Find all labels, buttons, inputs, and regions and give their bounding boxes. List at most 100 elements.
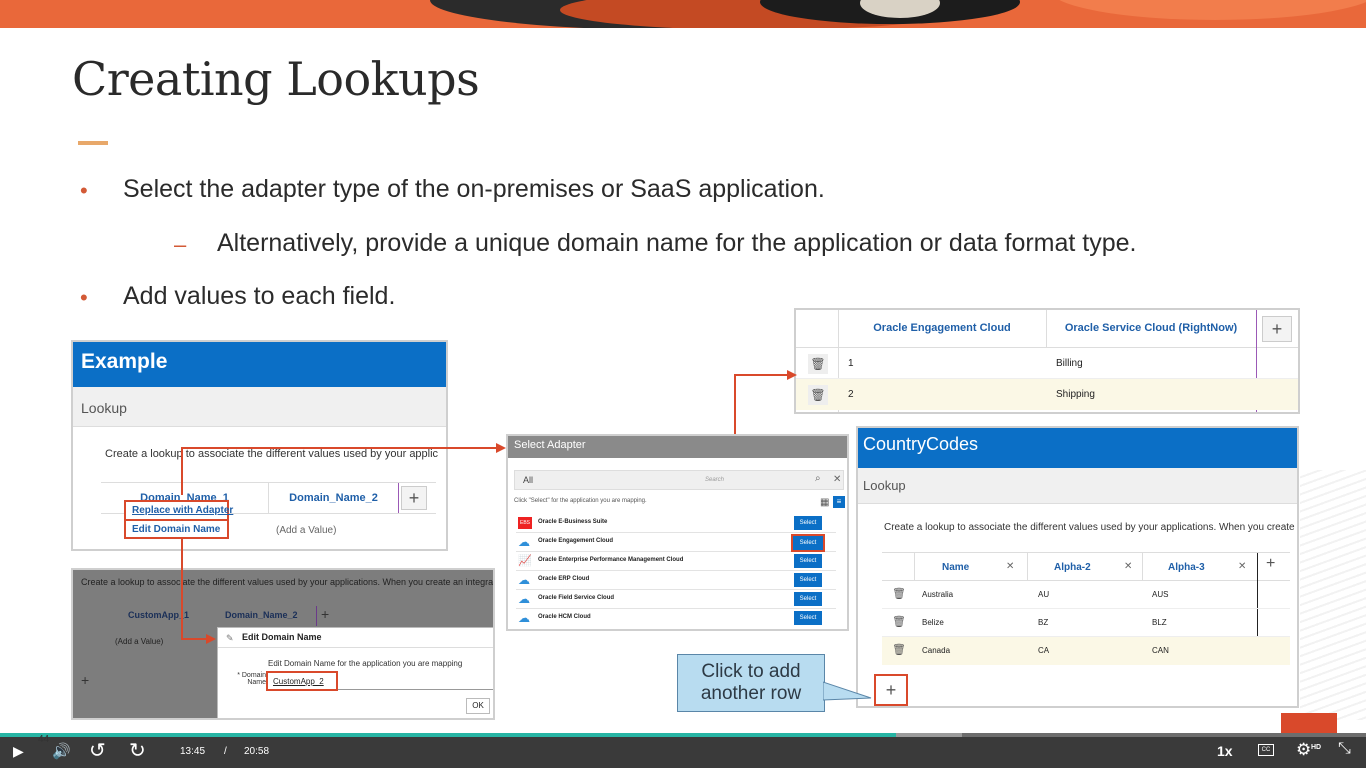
playback-speed[interactable]: 1x [1217, 743, 1233, 759]
cloud-icon: ☁ [518, 592, 530, 606]
cell: Shipping [1056, 389, 1095, 400]
fullscreen-icon[interactable]: ⤡ [1338, 740, 1351, 758]
add-row-button[interactable]: + [874, 674, 908, 706]
trash-icon[interactable]: 🗑 [808, 385, 828, 405]
select-button[interactable]: Select [794, 516, 822, 530]
table-row: 🗑 Canada CA CAN [882, 637, 1290, 665]
callout-box: Click to add another row [677, 654, 825, 712]
remove-column-icon[interactable]: ✕ [1124, 561, 1132, 572]
grid-view-icon[interactable]: ▦ [820, 497, 829, 508]
table-row: 🗑 1 Billing [796, 348, 1298, 379]
col-header[interactable]: Oracle Service Cloud (RightNow) [1046, 322, 1256, 334]
chart-icon: 📈 [518, 555, 532, 567]
callout-line2: another row [700, 683, 802, 704]
dialog-title: Edit Domain Name [218, 628, 493, 648]
table-row: 🗑 Belize BZ BLZ [882, 609, 1290, 637]
replay-icon[interactable]: ↺ [89, 738, 106, 763]
close-icon[interactable]: ✕ [833, 474, 841, 485]
col-header[interactable]: Oracle Engagement Cloud [838, 322, 1046, 334]
decorative-pattern [1300, 470, 1366, 720]
col-header[interactable]: Name [942, 562, 969, 573]
menu-edit-domain[interactable]: Edit Domain Name [124, 519, 229, 539]
context-menu: Replace with Adapter Edit Domain Name [124, 500, 233, 539]
dialog-prompt: Edit Domain Name for the application you… [268, 659, 463, 668]
edit-domain-dialog: Edit Domain Name ✎ Edit Domain Name for … [217, 627, 493, 718]
select-button[interactable]: Select [791, 534, 825, 552]
trash-icon[interactable]: 🗑 [892, 643, 906, 656]
edit-domain-panel: Create a lookup to associate the differe… [71, 568, 495, 720]
adapter-name: Oracle ERP Cloud [538, 576, 590, 582]
col-header[interactable]: Alpha-3 [1168, 562, 1205, 573]
menu-replace-adapter[interactable]: Replace with Adapter [126, 502, 233, 516]
search-icon[interactable]: ⌕ [815, 473, 821, 484]
example-description: Create a lookup to associate the differe… [105, 448, 439, 460]
adapter-name: Oracle HCM Cloud [538, 614, 591, 620]
adapter-hint: Click "Select" for the application you a… [514, 498, 647, 504]
adapter-dialog-title: Select Adapter [508, 436, 847, 458]
cell: 2 [848, 389, 854, 400]
cloud-icon: ☁ [518, 573, 530, 587]
add-row-icon[interactable]: + [81, 672, 89, 688]
connector [734, 374, 736, 434]
select-button[interactable]: Select [794, 554, 822, 568]
country-codes-table: Name ✕ Alpha-2 ✕ Alpha-3 ✕ + 🗑 Australia… [882, 552, 1290, 665]
adapter-row: ☁ Oracle Field Service Cloud Select [516, 590, 836, 609]
trash-icon[interactable]: 🗑 [808, 354, 828, 374]
select-button[interactable]: Select [794, 573, 822, 587]
bullet-2: Alternatively, provide a unique domain n… [217, 229, 1137, 257]
adapter-name: Oracle E-Business Suite [538, 519, 608, 525]
filter-all[interactable]: All [523, 475, 533, 485]
select-button[interactable]: Select [794, 592, 822, 606]
table-row: 🗑 2 Shipping [796, 379, 1298, 410]
country-codes-panel: CountryCodes Lookup Create a lookup to a… [856, 426, 1299, 708]
add-column-button[interactable]: + [401, 486, 427, 510]
adapter-name: Oracle Field Service Cloud [538, 595, 615, 601]
title-rule [78, 141, 108, 145]
edit-icon: ✎ [226, 633, 234, 643]
cell: Belize [922, 618, 944, 627]
captions-icon[interactable]: CC [1258, 744, 1274, 756]
slide-title: Creating Lookups [72, 52, 480, 106]
select-button[interactable]: Select [794, 611, 822, 625]
time-separator: / [224, 746, 227, 757]
col-header[interactable]: Domain_Name_2 [269, 483, 399, 513]
volume-icon[interactable]: 🔊 [52, 742, 71, 760]
col-header[interactable]: Alpha-2 [1054, 562, 1091, 573]
ok-button[interactable]: OK [466, 698, 490, 714]
duration: 20:58 [244, 746, 270, 757]
bullet-dot: • [80, 285, 88, 310]
add-column-icon[interactable]: + [321, 606, 329, 622]
bullet-1: Select the adapter type of the on-premis… [123, 175, 825, 203]
remove-column-icon[interactable]: ✕ [1006, 561, 1014, 572]
search-input[interactable]: Search [705, 477, 724, 483]
adapter-row: ☁ Oracle Engagement Cloud Select [516, 533, 836, 552]
connector [181, 538, 183, 639]
add-column-button[interactable]: + [1262, 316, 1292, 342]
cell: BLZ [1152, 618, 1167, 627]
remove-column-icon[interactable]: ✕ [1238, 561, 1246, 572]
callout-pointer [823, 681, 872, 701]
domain-name-input[interactable]: CustomApp_2 [266, 671, 338, 691]
trash-icon[interactable]: 🗑 [892, 615, 906, 628]
country-codes-header: CountryCodes [858, 428, 1297, 468]
play-icon[interactable]: ▶ [13, 743, 24, 760]
settings-gear-icon[interactable]: ⚙ [1296, 740, 1311, 760]
header-banner [0, 0, 1366, 28]
progress-buffer [896, 733, 962, 737]
cell: AU [1038, 590, 1050, 599]
country-codes-description: Create a lookup to associate the differe… [884, 522, 1299, 533]
arrowhead [787, 370, 797, 380]
col-header: CustomApp_1 [128, 610, 190, 620]
adapter-filter-bar[interactable]: All Search ⌕ ✕ [514, 470, 844, 490]
trash-icon[interactable]: 🗑 [892, 587, 906, 600]
forward-icon[interactable]: ↻ [129, 738, 146, 763]
current-time: 13:45 [180, 746, 206, 757]
add-value-placeholder[interactable]: (Add a Value) [276, 525, 336, 536]
progress-fill [0, 733, 896, 737]
callout-line1: Click to add [701, 661, 801, 682]
adapter-row: 📈 Oracle Enterprise Performance Manageme… [516, 552, 836, 571]
connector [181, 638, 207, 640]
cloud-icon: ☁ [518, 611, 530, 625]
add-column-icon[interactable]: + [1266, 555, 1275, 573]
list-view-icon[interactable]: ≡ [833, 496, 845, 508]
